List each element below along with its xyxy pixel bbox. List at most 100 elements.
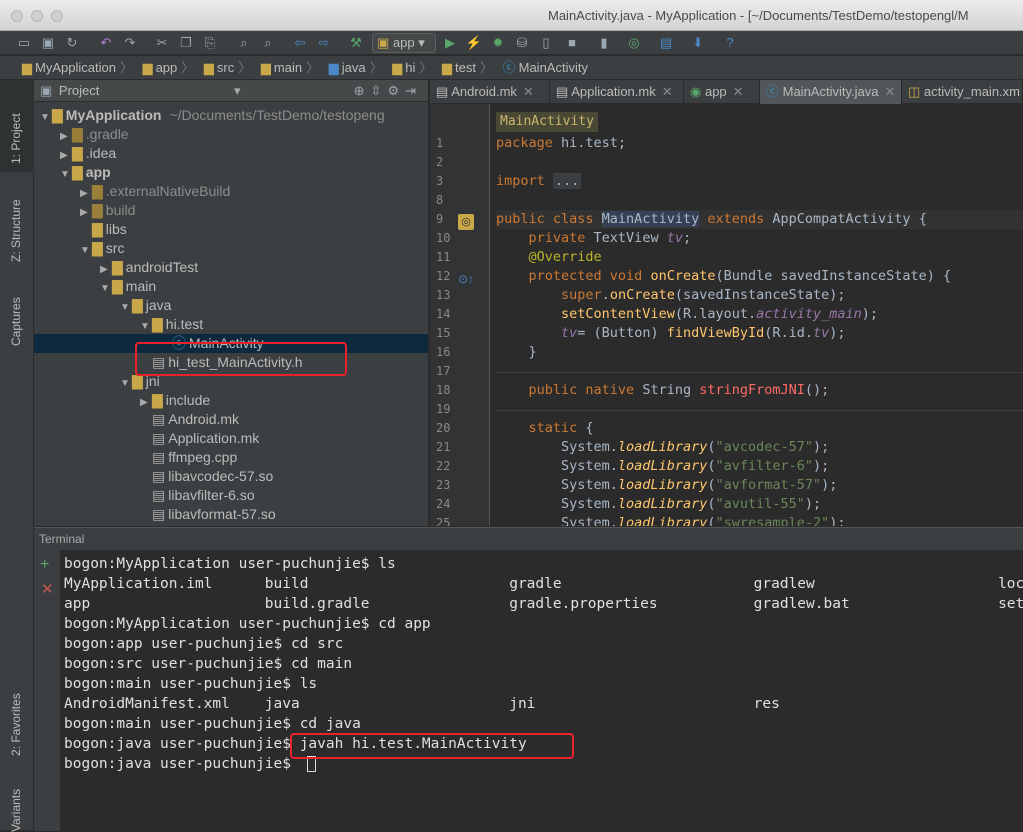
breadcrumb-item[interactable]: ▆ java 〉 [329,56,383,80]
attach-icon[interactable]: ▯ [536,33,556,53]
code-line: } [496,344,537,360]
back-icon[interactable]: ⇦ [290,33,310,53]
tree-item[interactable]: ▤ ffmpeg.cpp [34,448,428,467]
sdk-manager-icon[interactable]: ◎ [624,33,644,53]
find-icon[interactable]: ⌕ [234,33,254,53]
override-marker-icon[interactable]: ◎ [458,214,474,230]
file-icon: ▤ [152,487,166,503]
tree-item[interactable]: ▼ ▇ src [34,239,428,258]
save-icon[interactable]: ▣ [38,33,58,53]
tab-build-variants[interactable]: Variants [9,789,23,832]
tree-item[interactable]: ▶ ▇ androidTest [34,258,428,277]
breadcrumb-item[interactable]: ▆ MyApplication 〉 [22,56,133,80]
tab-android-mk[interactable]: ▤ Android.mk ✕ [430,80,550,104]
collapse-all-icon[interactable]: ⇳ [371,83,388,98]
file-icon: ▤ [152,430,166,446]
close-icon[interactable]: ✕ [733,84,744,99]
tree-item[interactable]: ▶ ▇ include [34,391,428,410]
chevron-right-icon: 〉 [306,60,320,75]
replace-icon[interactable]: ⌕ [258,33,278,53]
close-window-button[interactable] [11,10,23,22]
file-icon: ▤ [436,84,452,99]
redo-icon[interactable]: ↷ [120,33,140,53]
tab-activity-main[interactable]: ◫ activity_main.xm [902,80,1023,104]
tree-item-label: libavformat-57.so [168,506,276,522]
project-panel: ▣ Project ▾ ⊕⇳⚙⇥ ▼ ▇ MyApplication ~/Docume… [34,80,428,526]
tree-item[interactable]: ▶ ▇ build [34,201,428,220]
tree-item[interactable]: ▼ ▇ java [34,296,428,315]
line-number: 12 [436,269,451,283]
zoom-window-button[interactable] [51,10,63,22]
breadcrumb: ▆ MyApplication 〉 ▆ app 〉 ▆ src 〉 ▆ main 〉 ▆ java… [0,56,1023,80]
folder-icon: ▇ [52,107,63,123]
open-icon[interactable]: ▭ [14,33,34,53]
breadcrumb-label: hi [405,60,416,75]
sync-icon[interactable]: ↻ [62,33,82,53]
tab-structure[interactable]: Z: Structure [9,199,23,262]
tab-favorites[interactable]: 2: Favorites [9,693,23,756]
tree-item[interactable]: ▶ ▇ .idea [34,144,428,163]
tab-captures[interactable]: Captures [9,297,23,346]
profile-icon[interactable]: ⛁ [512,33,532,53]
file-icon: ▤ [556,84,572,99]
breadcrumb-item[interactable]: ▆ test 〉 [442,56,493,80]
folder-icon: ▇ [92,221,103,237]
tree-item[interactable]: ▼ ▇ main [34,277,428,296]
forward-icon[interactable]: ⇨ [314,33,334,53]
tree-item[interactable]: ▤ Android.mk [34,410,428,429]
tree-item[interactable]: ▇ libs [34,220,428,239]
overrides-marker-icon[interactable]: ⊙↑ [458,272,474,286]
run-config-select[interactable]: ▣ app ▾ [372,33,436,53]
chevron-right-icon: 〉 [479,60,493,75]
avd-manager-icon[interactable]: ▮ [594,33,614,53]
hide-panel-icon[interactable]: ⇥ [405,83,422,98]
code-area[interactable]: MainActivity package hi.test; import ...… [496,104,1023,526]
settings-gear-icon[interactable]: ⚙ [387,83,405,98]
debug-icon[interactable]: ✹ [488,33,508,53]
class-icon: ⓒ [502,60,516,75]
tree-item[interactable]: ▤ Application.mk [34,429,428,448]
tree-item[interactable]: ▶ ▇ .externalNativeBuild [34,182,428,201]
undo-icon[interactable]: ↶ [96,33,116,53]
terminal-line: bogon:MyApplication user-puchunjie$ cd a… [64,616,431,632]
paste-icon[interactable]: ⎘ [200,33,220,53]
breadcrumb-item[interactable]: ▆ src 〉 [204,56,251,80]
minimize-window-button[interactable] [31,10,43,22]
breadcrumb-item[interactable]: ▆ main 〉 [261,56,319,80]
tree-item[interactable]: ▤ libavcodec-57.so [34,467,428,486]
tab-application-mk[interactable]: ▤ Application.mk ✕ [550,80,684,104]
help-icon[interactable]: ? [720,33,740,53]
folder-icon: ▇ [72,126,83,142]
tree-item[interactable]: ▼ ▇ MyApplication ~/Documents/TestDemo/test… [34,106,428,125]
cut-icon[interactable]: ✂ [152,33,172,53]
tab-app[interactable]: ◉ app ✕ [684,80,760,104]
tree-item[interactable]: ▼ ▇ hi.test [34,315,428,334]
project-structure-icon[interactable]: ▤ [656,33,676,53]
tab-main-activity[interactable]: ⓒ MainActivity.java ✕ [760,80,902,104]
breadcrumb-item[interactable]: ▆ hi 〉 [392,56,432,80]
tree-item[interactable]: ▼ ▇ app [34,163,428,182]
android-monitor-icon[interactable]: ⬇ [688,33,708,53]
tab-project[interactable]: 1: Project [9,113,23,164]
close-icon[interactable]: ✕ [523,84,534,99]
tree-item[interactable]: ▶ ▇ .gradle [34,125,428,144]
sync-scroll-icon[interactable]: ⊕ [354,83,371,98]
terminal-output[interactable]: bogon:MyApplication user-puchunjie$ ls My… [34,550,1023,831]
tree-item[interactable]: ▤ libavfilter-6.so [34,486,428,505]
close-icon[interactable]: ✕ [884,84,895,99]
chevron-down-icon[interactable]: ▾ [234,80,241,102]
close-icon[interactable]: ✕ [662,84,673,99]
tree-item[interactable]: ▤ libavformat-57.so [34,505,428,524]
breadcrumb-item[interactable]: ⓒ MainActivity [503,56,588,80]
breadcrumb-item[interactable]: ▆ app 〉 [143,56,195,80]
project-view-select[interactable]: Project [59,83,99,98]
stop-icon[interactable]: ■ [562,33,582,53]
make-icon[interactable]: ⚒ [346,33,366,53]
apply-changes-icon[interactable]: ⚡ [464,33,484,53]
copy-icon[interactable]: ❐ [176,33,196,53]
tree-item-label: libavfilter-6.so [168,487,255,503]
folder-icon: ▆ [260,60,271,75]
folder-icon: ▆ [442,60,452,75]
file-icon: ▤ [152,506,166,522]
run-icon[interactable]: ▶ [440,33,460,53]
